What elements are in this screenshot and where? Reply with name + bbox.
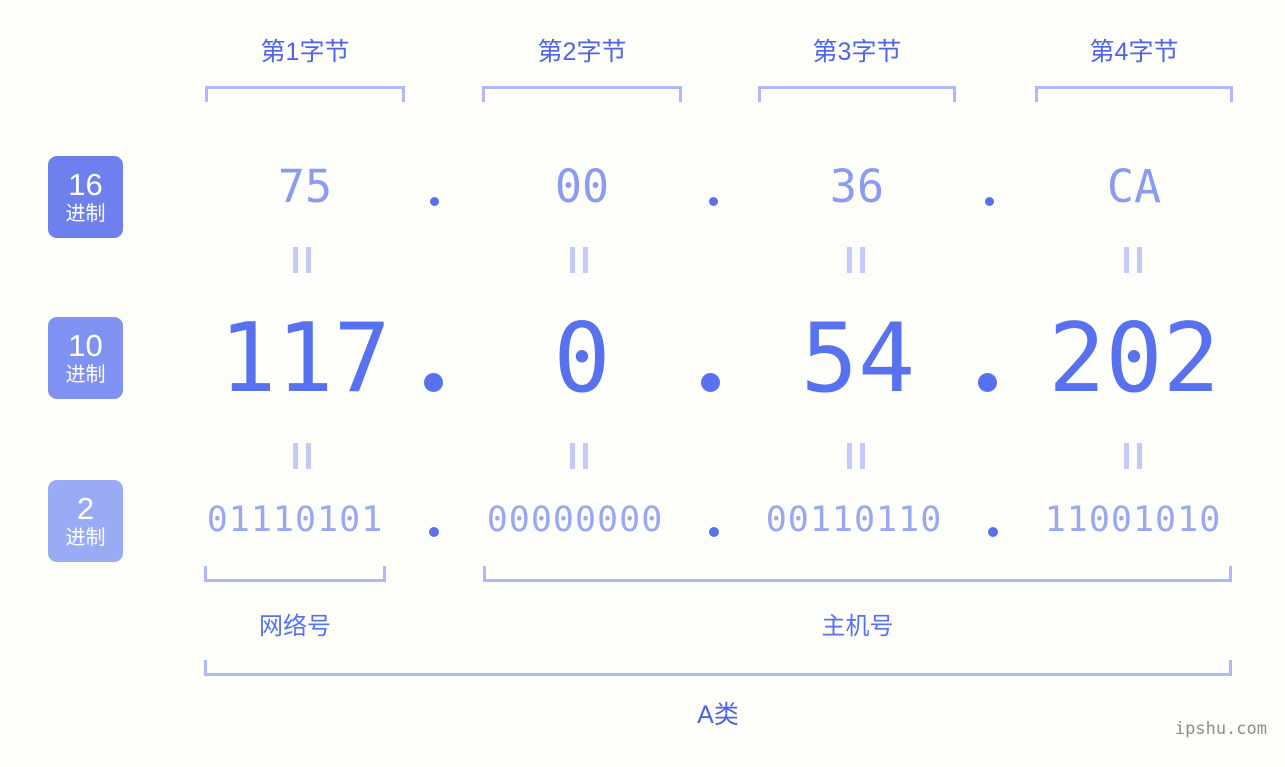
binary-octet-3: 00110110 <box>765 500 943 540</box>
hex-octet-1: 75 <box>277 160 333 213</box>
hex-separator-3 <box>985 197 994 206</box>
byte-header-4: 第4字节 <box>1089 38 1179 66</box>
byte-header-2: 第2字节 <box>537 38 627 66</box>
hex-separator-2 <box>709 197 718 206</box>
decimal-separator-1 <box>424 373 443 392</box>
binary-octet-4: 11001010 <box>1044 500 1222 540</box>
byte-bracket-3 <box>758 86 956 102</box>
address-class-bracket <box>204 660 1232 676</box>
equals-mark-dec-bin-3 <box>847 443 865 469</box>
radix-badge-dec-number: 10 <box>68 328 103 363</box>
host-bracket <box>483 566 1232 582</box>
radix-badge-bin-unit: 进制 <box>65 527 106 549</box>
network-bracket <box>204 566 386 582</box>
binary-octet-2: 00000000 <box>486 500 664 540</box>
equals-mark-dec-bin-1 <box>293 443 311 469</box>
equals-mark-dec-bin-4 <box>1124 443 1142 469</box>
decimal-separator-3 <box>978 373 997 392</box>
network-label: 网络号 <box>259 613 331 640</box>
radix-badge-hex: 16 进制 <box>48 156 123 238</box>
decimal-octet-2: 0 <box>553 304 611 414</box>
decimal-octet-3: 54 <box>800 304 916 414</box>
binary-octet-1: 01110101 <box>206 500 384 540</box>
equals-mark-hex-dec-1 <box>293 247 311 273</box>
equals-mark-hex-dec-2 <box>570 247 588 273</box>
equals-mark-hex-dec-4 <box>1124 247 1142 273</box>
byte-bracket-1 <box>205 86 405 102</box>
byte-bracket-2 <box>482 86 682 102</box>
binary-separator-1 <box>429 527 439 537</box>
equals-mark-dec-bin-2 <box>570 443 588 469</box>
radix-badge-bin-number: 2 <box>76 491 95 526</box>
radix-badge-hex-unit: 进制 <box>65 203 106 225</box>
radix-badge-dec-unit: 进制 <box>65 364 106 386</box>
equals-mark-hex-dec-3 <box>847 247 865 273</box>
hex-octet-4: CA <box>1106 160 1162 213</box>
binary-separator-2 <box>709 527 719 537</box>
radix-badge-bin: 2 进制 <box>48 480 123 562</box>
byte-header-1: 第1字节 <box>260 38 350 66</box>
radix-badge-dec: 10 进制 <box>48 317 123 399</box>
binary-separator-3 <box>988 527 998 537</box>
decimal-separator-2 <box>701 373 720 392</box>
byte-header-3: 第3字节 <box>812 38 902 66</box>
byte-bracket-4 <box>1035 86 1233 102</box>
radix-badge-hex-number: 16 <box>68 167 103 202</box>
hex-octet-2: 00 <box>554 160 610 213</box>
site-watermark: ipshu.com <box>1174 719 1267 739</box>
address-class-label: A类 <box>697 701 739 729</box>
hex-separator-1 <box>430 197 439 206</box>
hex-octet-3: 36 <box>829 160 885 213</box>
ip-address-breakdown-diagram: 第1字节 第2字节 第3字节 第4字节 16 进制 10 进制 2 进制 75 … <box>0 0 1285 767</box>
host-label: 主机号 <box>821 613 894 640</box>
decimal-octet-4: 202 <box>1048 304 1220 414</box>
decimal-octet-1: 117 <box>219 304 391 414</box>
